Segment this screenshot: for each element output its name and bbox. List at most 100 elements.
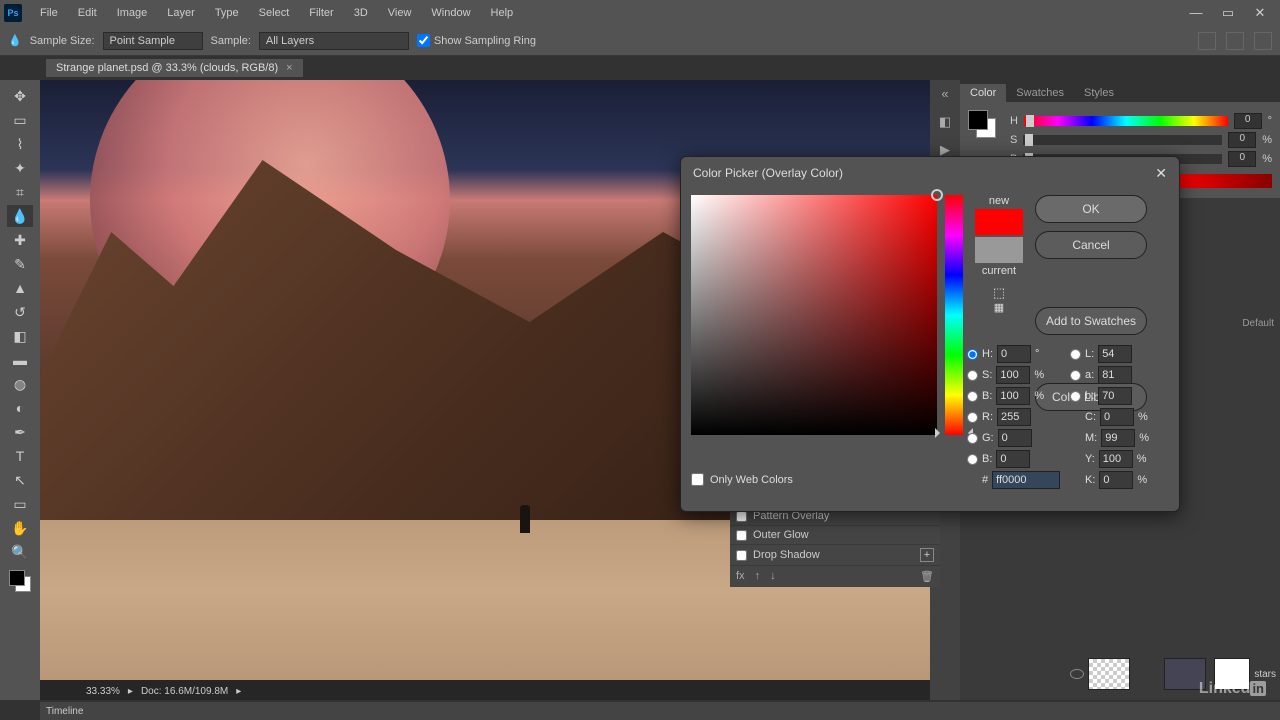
window-maximize[interactable]: ▭ [1212, 5, 1244, 21]
ls-drop-shadow[interactable]: Drop Shadow+ [730, 544, 940, 565]
s-radio[interactable] [967, 370, 978, 381]
bv-radio[interactable] [967, 391, 978, 402]
delete-icon[interactable]: 🗑 [920, 570, 934, 583]
move-tool[interactable]: ✥ [7, 85, 33, 107]
bc-field[interactable] [996, 450, 1030, 468]
magic-wand-tool[interactable]: ✦ [7, 157, 33, 179]
cube-icon[interactable]: ⬚ [971, 285, 1027, 301]
add-effect-icon[interactable]: + [920, 548, 934, 562]
show-sampling-ring[interactable]: Show Sampling Ring [417, 34, 536, 47]
menu-3d[interactable]: 3D [344, 7, 378, 19]
zoom-tool[interactable]: 🔍 [7, 541, 33, 563]
zoom-level[interactable]: 33.33% [86, 686, 120, 697]
tab-swatches[interactable]: Swatches [1006, 84, 1074, 102]
move-down-icon[interactable]: ↓ [770, 570, 776, 583]
brush-tool[interactable]: ✎ [7, 253, 33, 275]
history-icon[interactable]: ◧ [937, 114, 953, 130]
document-tab[interactable]: Strange planet.psd @ 33.3% (clouds, RGB/… [46, 59, 303, 77]
close-icon[interactable]: ✕ [1155, 165, 1167, 182]
timeline-panel[interactable]: Timeline [40, 702, 1280, 720]
dodge-tool[interactable]: ◐ [7, 397, 33, 419]
s-slider[interactable] [1023, 135, 1222, 145]
menu-type[interactable]: Type [205, 7, 249, 19]
color-swatch[interactable] [9, 570, 31, 592]
stamp-tool[interactable]: ▲ [7, 277, 33, 299]
menu-file[interactable]: File [30, 7, 68, 19]
s-value[interactable]: 0 [1228, 132, 1256, 148]
workspace-icon[interactable] [1226, 32, 1244, 50]
hex-field[interactable] [992, 471, 1060, 489]
fx-icon[interactable]: fx [736, 570, 745, 583]
y-field[interactable] [1099, 450, 1133, 468]
hand-tool[interactable]: ✋ [7, 517, 33, 539]
k-field[interactable] [1099, 471, 1133, 489]
layer-style-default[interactable]: Default [1242, 318, 1274, 329]
blur-tool[interactable]: ◍ [7, 373, 33, 395]
type-tool[interactable]: T [7, 445, 33, 467]
close-tab-icon[interactable]: × [286, 62, 292, 74]
ok-button[interactable]: OK [1035, 195, 1147, 223]
s-field[interactable] [996, 366, 1030, 384]
foreground-color[interactable] [9, 570, 25, 586]
crop-tool[interactable]: ⌗ [7, 181, 33, 203]
c-field[interactable] [1100, 408, 1134, 426]
add-swatches-button[interactable]: Add to Swatches [1035, 307, 1147, 335]
path-select-tool[interactable]: ↖ [7, 469, 33, 491]
healing-tool[interactable]: ✚ [7, 229, 33, 251]
tab-color[interactable]: Color [960, 84, 1006, 102]
web-colors-check[interactable] [691, 473, 704, 486]
history-brush-tool[interactable]: ↺ [7, 301, 33, 323]
cancel-button[interactable]: Cancel [1035, 231, 1147, 259]
g-field[interactable] [998, 429, 1032, 447]
r-field[interactable] [997, 408, 1031, 426]
a-radio[interactable] [1070, 370, 1081, 381]
menu-window[interactable]: Window [421, 7, 480, 19]
lab-b-radio[interactable] [1070, 391, 1081, 402]
visibility-icon[interactable] [1070, 669, 1084, 679]
h-field[interactable] [997, 345, 1031, 363]
h-radio[interactable] [967, 349, 978, 360]
lasso-tool[interactable]: ⌇ [7, 133, 33, 155]
menu-help[interactable]: Help [481, 7, 524, 19]
b-value[interactable]: 0 [1228, 151, 1256, 167]
eyedropper-tool[interactable]: 💧 [7, 205, 33, 227]
menu-filter[interactable]: Filter [299, 7, 343, 19]
l-radio[interactable] [1070, 349, 1081, 360]
hue-slider[interactable] [945, 195, 963, 435]
panel-swatch[interactable] [968, 110, 996, 138]
show-sampling-ring-check[interactable] [417, 34, 430, 47]
menu-image[interactable]: Image [107, 7, 158, 19]
window-minimize[interactable]: — [1180, 5, 1212, 21]
eraser-tool[interactable]: ◧ [7, 325, 33, 347]
lab-b-field[interactable] [1098, 387, 1132, 405]
l-field[interactable] [1098, 345, 1132, 363]
eyedropper-icon[interactable]: 💧 [8, 34, 22, 47]
window-close[interactable]: ✕ [1244, 5, 1276, 21]
m-field[interactable] [1101, 429, 1135, 447]
marquee-tool[interactable]: ▭ [7, 109, 33, 131]
gradient-tool[interactable]: ▬ [7, 349, 33, 371]
g-radio[interactable] [967, 433, 978, 444]
h-slider[interactable] [1024, 116, 1228, 126]
search-icon[interactable] [1198, 32, 1216, 50]
menu-select[interactable]: Select [249, 7, 300, 19]
menu-layer[interactable]: Layer [157, 7, 205, 19]
r-radio[interactable] [967, 412, 978, 423]
menu-edit[interactable]: Edit [68, 7, 107, 19]
tab-styles[interactable]: Styles [1074, 84, 1124, 102]
a-field[interactable] [1098, 366, 1132, 384]
collapse-icon[interactable]: « [937, 86, 953, 102]
share-icon[interactable] [1254, 32, 1272, 50]
move-up-icon[interactable]: ↑ [755, 570, 761, 583]
ls-outer-glow[interactable]: Outer Glow [730, 525, 940, 544]
h-value[interactable]: 0 [1234, 113, 1262, 129]
sample-size-select[interactable]: Point Sample [103, 32, 203, 50]
sample-select[interactable]: All Layers [259, 32, 409, 50]
menu-view[interactable]: View [378, 7, 422, 19]
web-safe-icon[interactable]: ▦ [971, 301, 1027, 314]
panel-fg[interactable] [968, 110, 988, 130]
bc-radio[interactable] [967, 454, 978, 465]
layer-row-1[interactable] [1070, 658, 1134, 690]
sv-field[interactable] [691, 195, 937, 435]
layer-thumb[interactable] [1088, 658, 1130, 690]
